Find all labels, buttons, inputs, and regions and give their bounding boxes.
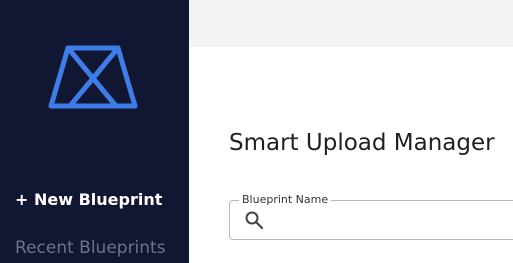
blueprint-logo-icon[interactable] [48, 44, 138, 110]
blueprint-name-field[interactable]: Blueprint Name [229, 193, 513, 240]
blueprint-name-input[interactable] [272, 207, 513, 233]
search-icon [245, 211, 264, 230]
recent-blueprints-heading: Recent Blueprints [15, 238, 166, 258]
sidebar: + New Blueprint Recent Blueprints [0, 0, 189, 263]
blueprint-name-label: Blueprint Name [239, 193, 332, 206]
page-title: Smart Upload Manager [229, 130, 495, 156]
new-blueprint-button[interactable]: + New Blueprint [15, 190, 162, 209]
top-bar [189, 0, 513, 47]
